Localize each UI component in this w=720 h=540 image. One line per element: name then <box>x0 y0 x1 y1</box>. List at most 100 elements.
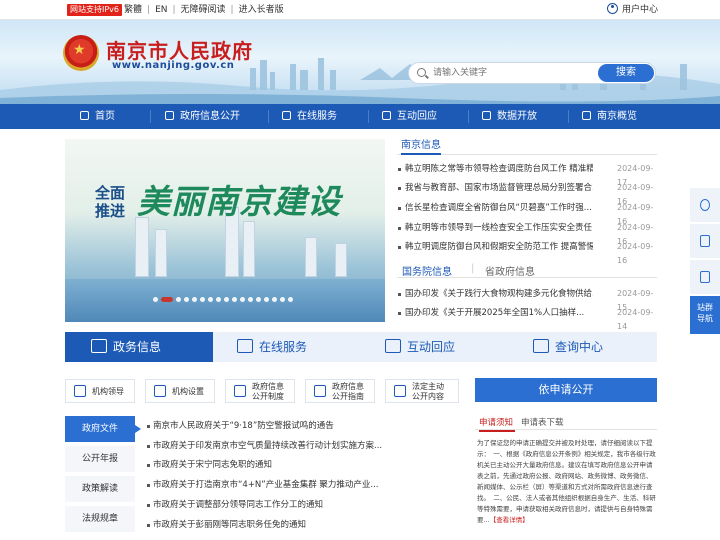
document-title[interactable]: 市政府关于宋宁同志免职的通知 <box>147 460 272 470</box>
nav-open-data[interactable]: 数据开放 <box>482 104 537 129</box>
hero-slider[interactable]: 全面 推进 美丽南京建设 <box>65 139 385 322</box>
user-center-link[interactable]: 用户中心 <box>607 3 658 17</box>
accessibility-link[interactable]: 无障碍阅读 <box>181 4 226 16</box>
nav-label: 互动回应 <box>397 111 437 122</box>
document-item[interactable]: 市政府关于彭丽刚等同志职务任免的通知 <box>147 518 459 532</box>
application-notice-text: 为了保证您的申请正确提交并被及时处理，请仔细阅读以下提示： 一、根据《政府信息公… <box>477 438 657 526</box>
news-title[interactable]: 信长星检查调度全省防御台风“贝碧嘉”工作时强... <box>405 201 593 215</box>
org-structure-button[interactable]: 机构设置 <box>145 379 215 403</box>
disclosure-policy-button[interactable]: 政府信息 公开制度 <box>225 379 295 403</box>
tab-province[interactable]: 省政府信息 <box>485 263 535 278</box>
bullet <box>398 187 401 190</box>
slider-dot[interactable] <box>264 297 269 302</box>
service-icon <box>282 111 291 120</box>
slider-dot[interactable] <box>216 297 221 302</box>
traditional-chinese-link[interactable]: 繁體 <box>124 4 142 16</box>
tab-regulations[interactable]: 法规规章 <box>65 506 135 532</box>
org-leaders-button[interactable]: 机构领导 <box>65 379 135 403</box>
document-title[interactable]: 市政府关于印发南京市空气质量持续改善行动计划实施方案... <box>147 441 382 451</box>
tab-form-download[interactable]: 申请表下载 <box>521 416 564 428</box>
slider-dot[interactable] <box>224 297 229 302</box>
sub-label: 法定主动 公开内容 <box>412 382 444 402</box>
station-nav-label: 站群导航 <box>697 303 713 323</box>
news-item[interactable]: 我省与教育部、国家市场监督管理总局分别签署合... 2024-09-16 <box>397 181 657 206</box>
news-title[interactable]: 我省与教育部、国家市场监督管理总局分别签署合... <box>405 181 593 195</box>
english-link[interactable]: EN <box>155 4 167 16</box>
slider-dot[interactable] <box>153 297 158 302</box>
tab-nanjing-news[interactable]: 南京信息 <box>397 139 657 155</box>
sub-label: 政府信息 公开制度 <box>252 382 284 402</box>
slider-dot[interactable] <box>200 297 205 302</box>
nav-overview[interactable]: 南京概览 <box>582 104 637 129</box>
nav-home[interactable]: 首页 <box>80 104 115 129</box>
news-item[interactable]: 信长星检查调度全省防御台风“贝碧嘉”工作时强... 2024-09-16 <box>397 201 657 226</box>
tab-gov-documents[interactable]: 政府文件 <box>65 416 141 442</box>
disclosure-guide-button[interactable]: 政府信息 公开指南 <box>305 379 375 403</box>
document-item[interactable]: 市政府关于印发南京市空气质量持续改善行动计划实施方案... <box>147 439 459 453</box>
app-button[interactable] <box>690 260 720 294</box>
view-details-link[interactable]: 【查看详情】 <box>490 516 529 524</box>
tab-interaction[interactable]: 互动回应 <box>385 332 505 362</box>
slider-dot-active[interactable] <box>161 297 173 302</box>
apply-disclosure-button[interactable]: 依申请公开 <box>475 378 657 402</box>
slider-dot[interactable] <box>272 297 277 302</box>
news-item[interactable]: 国办印发《关于践行大食物观构建多元化食物供给... 2024-09-15 <box>397 287 657 312</box>
document-title[interactable]: 市政府关于打造南京市“4+N”产业基金集群 聚力推动产业... <box>147 480 379 490</box>
data-icon <box>482 111 491 120</box>
nav-interaction[interactable]: 互动回应 <box>382 104 437 129</box>
tab-query-center[interactable]: 查询中心 <box>533 332 653 362</box>
news-item[interactable]: 国办印发《关于开展2025年全国1%人口抽样... 2024-09-14 <box>397 306 657 331</box>
slider-dot[interactable] <box>256 297 261 302</box>
news-title[interactable]: 国办印发《关于开展2025年全国1%人口抽样... <box>405 306 593 320</box>
news-title[interactable]: 韩立明调度防御台风和假期安全防范工作 提高警惕... <box>405 240 593 254</box>
document-item[interactable]: 南京市人民政府关于“9·18”防空警报试鸣的通告 <box>147 419 459 433</box>
elderly-mode-link[interactable]: 进入长者版 <box>239 4 284 16</box>
document-title[interactable]: 市政府关于彭丽刚等同志职务任免的通知 <box>147 520 306 530</box>
tab-application-notice[interactable]: 申请须知 <box>479 416 516 432</box>
news-item[interactable]: 韩立明调度防御台风和假期安全防范工作 提高警惕... 2024-09-16 <box>397 240 657 265</box>
tab-annual-report[interactable]: 公开年报 <box>65 446 135 472</box>
slider-dot[interactable] <box>288 297 293 302</box>
document-title[interactable]: 南京市人民政府关于“9·18”防空警报试鸣的通告 <box>147 421 334 431</box>
slider-dot[interactable] <box>184 297 189 302</box>
news-item[interactable]: 韩立明等市领导到一线检查安全工作压实安全责任 ... 2024-09-16 <box>397 221 657 246</box>
news-title[interactable]: 韩立明陈之常等市领导检查调度防台风工作 精准精... <box>405 162 593 176</box>
tab-policy-interpretation[interactable]: 政策解读 <box>65 476 135 502</box>
news-title[interactable]: 韩立明等市领导到一线检查安全工作压实安全责任 ... <box>405 221 593 235</box>
news-item[interactable]: 韩立明陈之常等市领导检查调度防台风工作 精准精... 2024-09-17 <box>397 162 657 187</box>
bullet <box>398 312 401 315</box>
search-input[interactable] <box>433 63 583 83</box>
divider <box>268 110 269 123</box>
document-item[interactable]: 市政府关于调整部分领导同志工作分工的通知 <box>147 498 459 512</box>
news-title[interactable]: 国办印发《关于践行大食物观构建多元化食物供给... <box>405 287 593 301</box>
structure-icon <box>154 385 166 397</box>
slider-dot[interactable] <box>192 297 197 302</box>
tab-online-service[interactable]: 在线服务 <box>237 332 357 362</box>
mobile-button[interactable] <box>690 224 720 258</box>
slider-dot[interactable] <box>176 297 181 302</box>
guide-icon <box>314 385 326 397</box>
document-title[interactable]: 市政府关于调整部分领导同志工作分工的通知 <box>147 500 323 510</box>
slider-dot[interactable] <box>248 297 253 302</box>
building <box>243 221 255 277</box>
station-nav-button[interactable]: 站群导航 <box>690 296 720 334</box>
document-item[interactable]: 市政府关于宋宁同志免职的通知 <box>147 458 459 472</box>
document-item[interactable]: 市政府关于打造南京市“4+N”产业基金集群 聚力推动产业... <box>147 478 459 492</box>
bullet <box>398 227 401 230</box>
nav-gov-info[interactable]: 政府信息公开 <box>165 104 240 129</box>
sub-label: 机构设置 <box>172 387 204 396</box>
slider-dot[interactable] <box>232 297 237 302</box>
nav-label: 首页 <box>95 111 115 122</box>
tab-label: 政务信息 <box>113 340 162 354</box>
weibo-button[interactable] <box>690 188 720 222</box>
slider-dot[interactable] <box>280 297 285 302</box>
nav-online-service[interactable]: 在线服务 <box>282 104 337 129</box>
statutory-content-button[interactable]: 法定主动 公开内容 <box>385 379 459 403</box>
ipv6-badge: 网站支持IPv6 <box>67 4 123 16</box>
slider-dot[interactable] <box>240 297 245 302</box>
tab-state-council[interactable]: 国务院信息 <box>402 263 452 278</box>
national-emblem-logo[interactable] <box>63 35 99 71</box>
tab-gov-affairs[interactable]: 政务信息 <box>65 332 213 362</box>
slider-dot[interactable] <box>208 297 213 302</box>
search-button[interactable]: 搜索 <box>598 64 654 82</box>
